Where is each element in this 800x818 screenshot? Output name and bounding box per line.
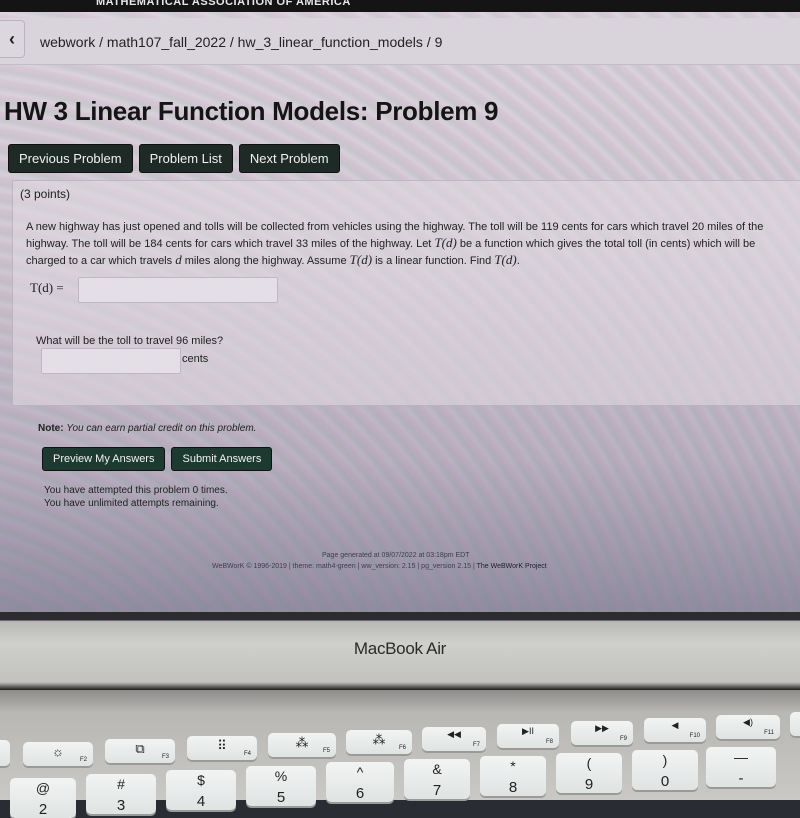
key-fn: ⧉ F3	[105, 739, 175, 763]
key-f1	[0, 740, 10, 766]
key-bottom: 5	[276, 789, 286, 806]
key-num: — -	[706, 747, 776, 787]
play-pause-icon: ▶II	[522, 726, 534, 736]
footer-generated: Page generated at 09/07/2022 at 03:18pm …	[322, 552, 470, 559]
submit-answers-button[interactable]: Submit Answers	[171, 447, 273, 471]
previous-problem-button[interactable]: Previous Problem	[8, 144, 133, 173]
breadcrumb-bar: ‹ webwork / math107_fall_2022 / hw_3_lin…	[0, 18, 800, 65]
answer2-unit: cents	[182, 353, 209, 365]
device-brand: MacBook Air	[353, 639, 447, 658]
breadcrumb[interactable]: webwork / math107_fall_2022 / hw_3_linea…	[40, 34, 442, 50]
key-top: —	[734, 749, 748, 765]
problem-text-part: miles along the highway. Assume	[181, 255, 350, 267]
footer-project-link[interactable]: The WeBWorK Project	[477, 563, 547, 570]
key-label: F8	[545, 739, 553, 745]
key-num: % 5	[246, 766, 316, 806]
key-top: @	[35, 780, 51, 796]
footer-copyright: WeBWorK © 1996-2019 | theme: math4-green…	[212, 563, 547, 570]
key-num: & 7	[404, 759, 470, 799]
key-label: F11	[764, 730, 774, 736]
key-top: &	[432, 761, 442, 777]
key-fn: ◀) F11	[716, 715, 780, 739]
key-top: *	[510, 758, 516, 774]
key-fn: ⁂ F6	[346, 730, 412, 754]
key-bottom: -	[738, 770, 744, 787]
key-label: F3	[161, 754, 169, 760]
mute-icon: ◀	[671, 720, 679, 730]
key-bottom: 4	[196, 793, 206, 810]
back-button[interactable]: ‹	[0, 20, 25, 58]
key-top: )	[662, 752, 668, 768]
key-top: $	[197, 772, 205, 788]
laptop-screen: MATHEMATICAL ASSOCIATION OF AMERICA ‹ we…	[0, 0, 800, 612]
question2-text: What will be the toll to travel 96 miles…	[36, 335, 224, 347]
problem-text: A new highway has just opened and tolls …	[26, 219, 791, 269]
problem-list-button[interactable]: Problem List	[138, 144, 233, 173]
math-expr: T(d)	[349, 252, 373, 267]
key-num: * 8	[480, 756, 546, 796]
key-fn: ☼ F2	[23, 742, 93, 766]
attempts-info: You have attempted this problem 0 times.…	[44, 484, 228, 510]
volume-down-icon: ◀)	[743, 717, 753, 727]
answer2-input[interactable]	[41, 348, 181, 374]
next-problem-button[interactable]: Next Problem	[238, 144, 340, 173]
footer-copyright-text: WeBWorK © 1996-2019 | theme: math4-green…	[212, 563, 475, 570]
answer1-label: T(d) =	[30, 280, 64, 295]
key-fn: ⠿ F4	[187, 736, 257, 760]
key-bottom: 7	[432, 782, 442, 799]
problem-text-part: .	[516, 255, 520, 267]
key-label: F5	[322, 748, 330, 754]
key-top: %	[274, 768, 288, 784]
key-bottom: 0	[660, 773, 670, 790]
key-fn: ▶II F8	[497, 724, 559, 748]
key-bottom: 9	[584, 776, 594, 793]
note-text: You can earn partial credit on this prob…	[66, 423, 257, 434]
math-expr: T(d)	[434, 235, 457, 250]
key-f12	[790, 712, 800, 736]
preview-answers-button[interactable]: Preview My Answers	[42, 447, 166, 471]
org-banner: MATHEMATICAL ASSOCIATION OF AMERICA	[0, 0, 800, 12]
keyboard-deck: ☼ F2 ⧉ F3 ⠿ F4 ⁂ F5 ⁂ F6 ◀◀ F7 ▶II F8 ▶▶ F9 ◀ F10…	[0, 690, 800, 818]
key-label: F10	[689, 733, 700, 739]
attempts-line1: You have attempted this problem 0 times.	[44, 485, 228, 496]
chevron-left-icon: ‹	[9, 28, 15, 49]
key-fn: ⁂ F5	[268, 733, 336, 757]
key-num: $4	[166, 770, 236, 810]
key-fn: ◀◀ F7	[422, 727, 486, 751]
key-top: #	[117, 776, 125, 792]
key-num: #3	[86, 774, 156, 814]
key-label: F7	[472, 742, 480, 748]
org-banner-text: MATHEMATICAL ASSOCIATION OF AMERICA	[96, 0, 351, 8]
fast-forward-icon: ▶▶	[595, 723, 609, 733]
key-label: F4	[243, 751, 251, 757]
key-label: F6	[398, 745, 406, 751]
key-num: ^ 6	[326, 762, 394, 802]
problem-text-part: is a linear function. Find	[372, 255, 495, 267]
key-num: ) 0	[632, 750, 698, 790]
answer-actions: Preview My Answers Submit Answers	[42, 447, 273, 471]
key-top: (	[586, 755, 592, 771]
key-fn: ▶▶ F9	[571, 721, 633, 745]
partial-credit-note: Note: You can earn partial credit on thi…	[38, 423, 256, 434]
attempts-line2: You have unlimited attempts remaining.	[44, 498, 219, 509]
key-num: @2	[10, 778, 76, 818]
key-fn: ◀ F10	[644, 718, 706, 742]
rewind-icon: ◀◀	[447, 729, 461, 739]
key-label: F9	[619, 736, 627, 742]
key-num: (9	[556, 753, 622, 793]
key-bottom: 6	[355, 785, 365, 802]
key-bottom: 8	[508, 779, 518, 796]
problem-nav: Previous Problem Problem List Next Probl…	[8, 144, 340, 173]
key-label: F2	[79, 757, 87, 763]
answer1-input[interactable]	[78, 277, 278, 303]
problem-points: (3 points)	[20, 187, 71, 201]
note-label: Note:	[38, 423, 64, 434]
math-expr: T(d)	[494, 252, 517, 267]
page-title: HW 3 Linear Function Models: Problem 9	[4, 96, 499, 126]
key-bottom: 2	[38, 801, 48, 818]
key-top: ^	[356, 764, 364, 780]
